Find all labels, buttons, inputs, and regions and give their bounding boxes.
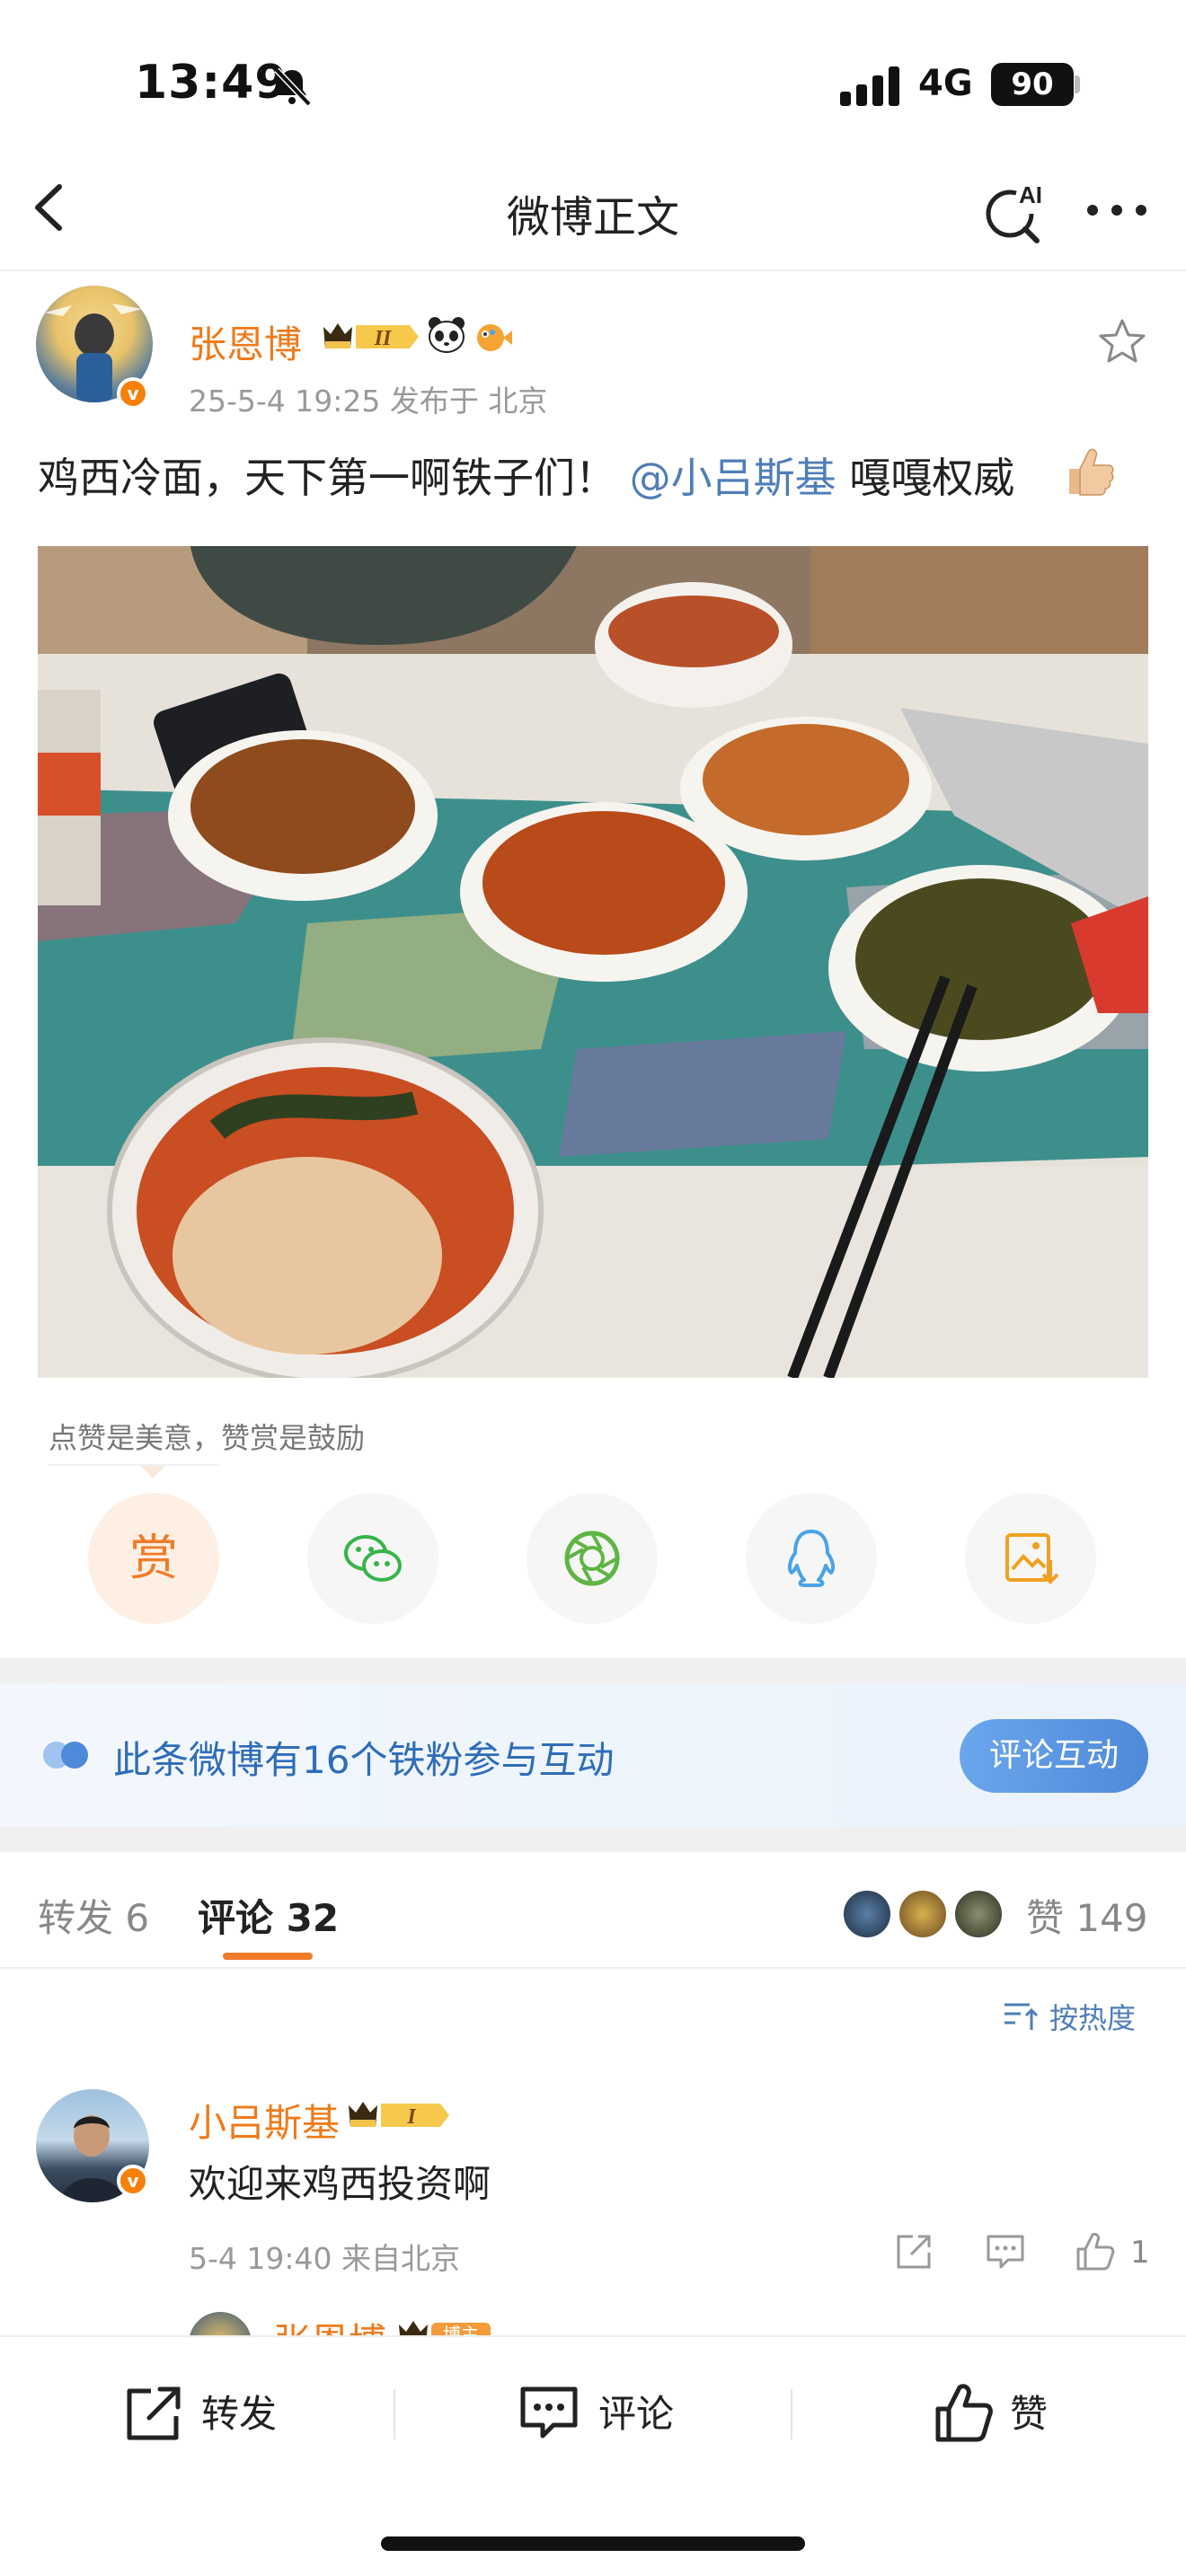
comment-share-icon[interactable] (893, 2231, 934, 2272)
tab-indicator (223, 1953, 313, 1960)
reward-button[interactable]: 赏 (88, 1493, 219, 1624)
commenter-name[interactable]: 小吕斯基 (189, 2093, 340, 2148)
moments-icon (564, 1531, 620, 1586)
tab-divider (0, 1967, 1186, 1969)
bottom-separator (791, 2389, 792, 2439)
status-time: 13:49 (135, 56, 288, 110)
save-image-button[interactable] (965, 1493, 1096, 1624)
thumbs-up-emoji-icon (1069, 448, 1114, 496)
share-wechat-button[interactable] (307, 1493, 438, 1624)
reward-tip-pointer (140, 1466, 165, 1478)
post-text-after: 嘎嘎权威 (836, 454, 1015, 502)
fan-interaction-icon (43, 1742, 88, 1769)
fan-level-badge: I (349, 2102, 449, 2129)
ai-search-icon[interactable]: AI (979, 176, 1051, 248)
fan-level-text: II (374, 327, 393, 350)
post-text-before: 鸡西冷面，天下第一啊铁子们！ (38, 454, 630, 502)
reward-tip: 点赞是美意，赞赏是鼓励 (49, 1421, 366, 1455)
mute-bell-icon (274, 67, 312, 107)
fan-banner-text: 此条微博有16个铁粉参与互动 (113, 1738, 615, 1782)
sort-icon (1005, 2003, 1039, 2030)
battery-tip (1075, 75, 1080, 93)
share-icon[interactable] (122, 2382, 185, 2445)
home-indicator (381, 2536, 805, 2551)
section-divider (0, 1827, 1186, 1852)
like-icon[interactable] (933, 2382, 996, 2445)
fan-level-badge: II (323, 323, 419, 350)
repost-button[interactable]: 转发 (201, 2378, 277, 2450)
tab-comment[interactable]: 评论 32 (198, 1888, 339, 1943)
qq-icon (787, 1530, 836, 1587)
post-text: 鸡西冷面，天下第一啊铁子们！ @小吕斯基 嘎嘎权威 (38, 446, 1014, 505)
comment-text: 欢迎来鸡西投资啊 (189, 2162, 491, 2206)
share-moments-button[interactable] (527, 1493, 658, 1624)
ai-label: AI (1019, 181, 1042, 208)
tab-likes[interactable]: 赞 149 (1026, 1888, 1148, 1943)
verified-badge: v (117, 2165, 149, 2197)
comment-like-icon[interactable] (1075, 2231, 1116, 2272)
reward-label: 赏 (129, 1530, 178, 1586)
like-button[interactable]: 赞 (1010, 2378, 1048, 2450)
comment-reply-icon[interactable] (985, 2231, 1026, 2272)
liker-avatar[interactable] (897, 1888, 949, 1940)
reward-tip-divider (49, 1464, 219, 1466)
save-image-icon (1005, 1533, 1059, 1584)
verified-badge: v (117, 377, 149, 410)
liker-avatar[interactable] (952, 1888, 1005, 1940)
battery-level: 90 (991, 63, 1074, 106)
more-icon[interactable] (1084, 192, 1150, 228)
section-divider (0, 1658, 1186, 1683)
tab-repost[interactable]: 转发 6 (38, 1888, 149, 1943)
signal-icon (840, 66, 899, 106)
star-icon[interactable] (1096, 316, 1148, 368)
liker-avatar[interactable] (841, 1888, 893, 1940)
comment-icon[interactable] (518, 2382, 580, 2445)
post-meta: 25-5-4 19:25 发布于 北京 (189, 384, 548, 419)
author-name[interactable]: 张恩博 (189, 314, 302, 369)
post-photo[interactable] (38, 546, 1148, 1378)
mention-link[interactable]: @小吕斯基 (630, 454, 836, 502)
share-qq-button[interactable] (746, 1493, 877, 1624)
food-photo (38, 546, 1148, 1378)
comment-meta: 5-4 19:40 来自北京 (189, 2241, 460, 2276)
panda-icon (429, 317, 465, 353)
pufferfish-icon (477, 324, 512, 351)
bottom-separator (394, 2389, 395, 2439)
wechat-icon (344, 1535, 402, 1582)
sort-by-hot[interactable]: 按热度 (1049, 1996, 1136, 2037)
network-type: 4G (918, 63, 973, 104)
comment-button[interactable]: 评论 (598, 2378, 674, 2450)
comment-like-count: 1 (1130, 2235, 1150, 2271)
weibo-post-page: 13:49 4G 90 微博正文 AI v 张恩博 II 25-5-4 19:2… (0, 0, 1186, 2576)
nav-divider (0, 269, 1186, 271)
fan-level-text: I (406, 2105, 417, 2129)
comment-interact-button[interactable]: 评论互动 (960, 1719, 1148, 1793)
